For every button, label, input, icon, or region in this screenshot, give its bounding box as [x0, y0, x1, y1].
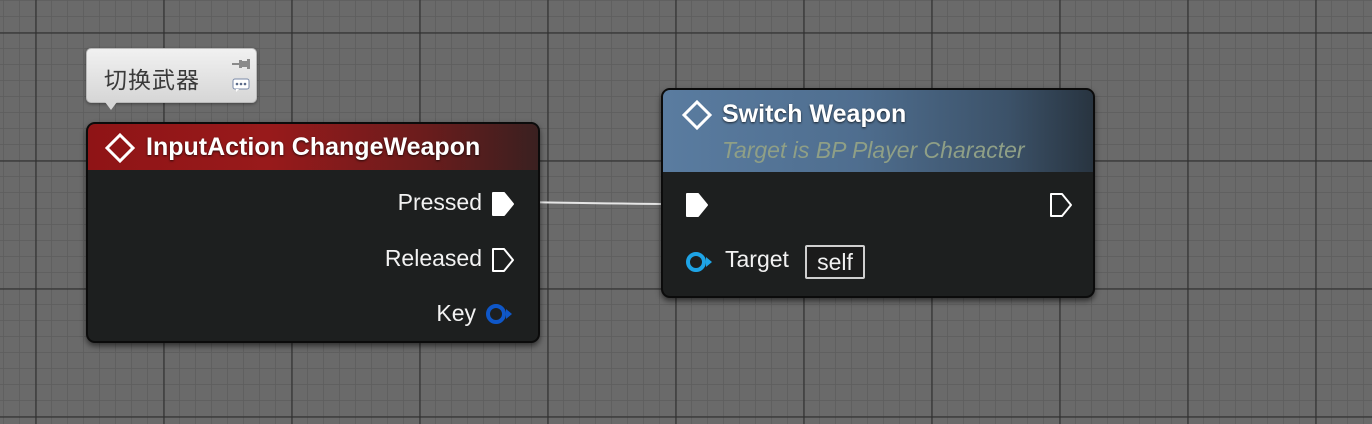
key-struct-pin-icon[interactable] [485, 302, 515, 330]
exec-in-pin-icon[interactable] [685, 192, 709, 222]
key-pin-label: Key [436, 300, 476, 326]
target-self-default-value[interactable]: self [805, 245, 865, 279]
switch-weapon-node-title: Switch Weapon [722, 100, 907, 128]
function-diamond-icon [681, 99, 713, 134]
node-comment-bubble[interactable]: 切换武器 [86, 48, 257, 110]
released-pin-label: Released [384, 245, 482, 271]
pressed-pin-label: Pressed [397, 189, 482, 215]
pin-icon[interactable] [232, 56, 250, 75]
blueprint-graph-canvas[interactable]: 切换武器 InputAction ChangeWeapon Pressed Re… [0, 0, 1372, 424]
switch-weapon-node-subtitle: Target is BP Player Character [722, 137, 1025, 163]
switch-weapon-node-header[interactable]: Switch Weapon Target is BP Player Charac… [663, 90, 1093, 172]
exec-out-pin-icon[interactable] [1049, 192, 1073, 222]
switch-weapon-node[interactable]: Switch Weapon Target is BP Player Charac… [661, 88, 1095, 298]
input-action-node-header[interactable]: InputAction ChangeWeapon [88, 124, 538, 170]
released-exec-pin-icon[interactable] [491, 247, 515, 277]
pressed-exec-pin-icon[interactable] [491, 191, 515, 221]
event-diamond-icon [104, 132, 136, 167]
comment-tail [105, 102, 117, 110]
comment-text: 切换武器 [104, 68, 200, 94]
input-action-node-title: InputAction ChangeWeapon [146, 133, 481, 161]
comment-bubble-icon[interactable] [232, 77, 250, 96]
target-object-pin-icon[interactable] [685, 250, 715, 278]
target-pin-label: Target [725, 246, 789, 272]
input-action-node[interactable]: InputAction ChangeWeapon Pressed Release… [86, 122, 540, 343]
